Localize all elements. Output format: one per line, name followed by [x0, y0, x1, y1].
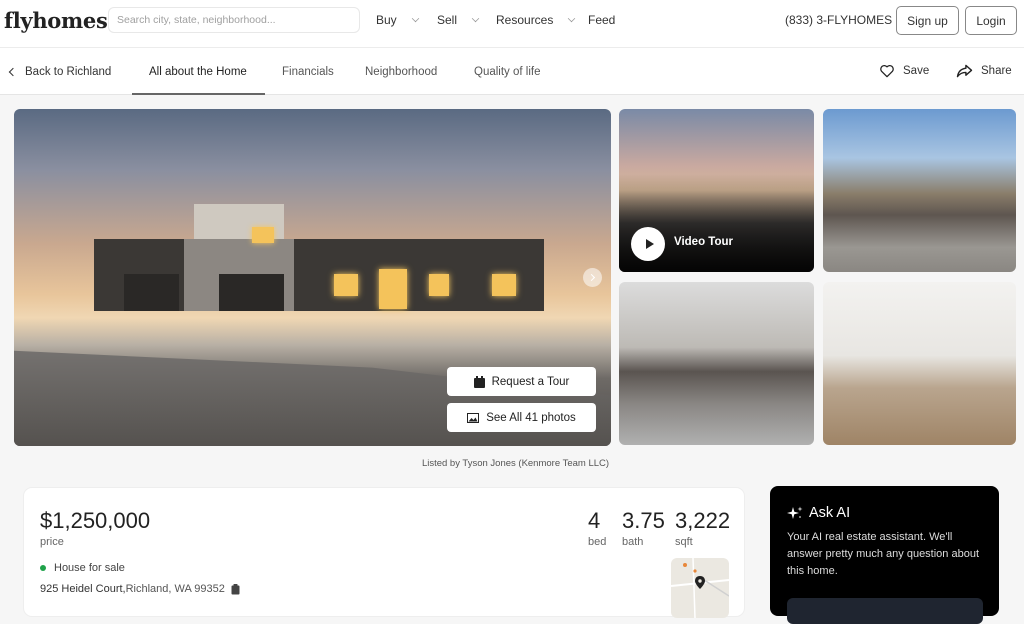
request-tour-label: Request a Tour	[491, 375, 570, 388]
sqft-label: sqft	[675, 536, 693, 548]
share-label: Share	[981, 65, 1012, 77]
top-navigation-bar: flyhomes● Buy Sell Resources Feed (833) …	[0, 0, 1024, 48]
map-thumbnail[interactable]	[671, 558, 729, 618]
chevron-left-icon	[8, 67, 18, 77]
search-input[interactable]	[108, 7, 360, 33]
bed-label: bed	[588, 536, 607, 548]
chevron-down-icon	[471, 14, 480, 22]
save-button[interactable]: Save	[879, 64, 929, 78]
share-button[interactable]: Share	[956, 64, 1012, 78]
photo-window	[334, 274, 358, 296]
play-icon	[645, 239, 654, 249]
chevron-down-icon	[411, 14, 419, 22]
nav-buy[interactable]: Buy	[376, 13, 419, 27]
listing-subnav: Back to Richland All about the Home Fina…	[0, 48, 1024, 95]
photo-thumbnail[interactable]	[823, 282, 1016, 445]
stat-bath: 3.75 bath	[622, 508, 665, 548]
ask-ai-input[interactable]	[787, 598, 983, 624]
sign-up-button[interactable]: Sign up	[896, 6, 959, 35]
flyhomes-logo[interactable]: flyhomes●	[4, 8, 115, 33]
nav-sell-label: Sell	[437, 13, 458, 27]
tab-quality-of-life[interactable]: Quality of life	[474, 66, 540, 78]
chevron-right-icon	[587, 273, 596, 282]
photo-window	[492, 274, 516, 296]
listing-address: 925 Heidel Court, Richland, WA 99352	[40, 583, 240, 595]
save-label: Save	[903, 65, 930, 77]
photo-thumbnail[interactable]	[619, 282, 814, 445]
back-link[interactable]: Back to Richland	[8, 66, 112, 78]
tab-neighborhood[interactable]: Neighborhood	[365, 66, 437, 78]
tab-all-about-home[interactable]: All about the Home	[149, 66, 247, 78]
ask-ai-title-text: Ask AI	[809, 505, 851, 521]
nav-feed-label: Feed	[588, 13, 616, 27]
ask-ai-panel: Ask AI Your AI real estate assistant. We…	[770, 486, 999, 624]
listing-price: $1,250,000	[40, 508, 151, 533]
listing-status: House for sale	[40, 562, 125, 574]
nav-feed[interactable]: Feed	[588, 13, 615, 27]
map-pin-icon	[671, 558, 729, 618]
logo-text: flyhomes	[4, 8, 108, 33]
nav-buy-label: Buy	[376, 13, 397, 27]
play-button[interactable]	[631, 227, 665, 261]
video-tour-thumbnail[interactable]: Video Tour	[619, 109, 814, 272]
image-icon	[467, 412, 480, 423]
photo-thumbnail[interactable]	[823, 109, 1016, 272]
ask-ai-description: Your AI real estate assistant. We'll ans…	[787, 531, 980, 577]
clipboard-copy-icon[interactable]	[231, 583, 240, 595]
request-tour-button[interactable]: Request a Tour	[447, 367, 596, 396]
bed-value: 4	[588, 508, 601, 533]
heart-icon	[880, 64, 894, 78]
photo-garage	[124, 274, 179, 311]
next-photo-arrow[interactable]	[583, 268, 602, 287]
photo-window	[252, 227, 274, 243]
tab-financials[interactable]: Financials	[282, 66, 334, 78]
photo-garage	[219, 274, 284, 311]
photo-window	[379, 269, 407, 309]
ask-ai-title: Ask AI	[787, 505, 850, 521]
active-tab-indicator	[132, 93, 265, 95]
listed-by-text: Listed by Tyson Jones (Kenmore Team LLC)	[421, 458, 610, 469]
back-label: Back to Richland	[25, 66, 112, 78]
bath-label: bath	[622, 536, 644, 548]
photo-window	[429, 274, 449, 296]
see-all-photos-button[interactable]: See All 41 photos	[447, 403, 596, 432]
address-city: Richland, WA 99352	[125, 583, 225, 595]
nav-resources-label: Resources	[496, 13, 554, 27]
nav-resources[interactable]: Resources	[496, 13, 576, 27]
login-button[interactable]: Login	[965, 6, 1017, 35]
nav-sell[interactable]: Sell	[437, 13, 480, 27]
sparkle-icon	[787, 506, 803, 519]
chevron-down-icon	[568, 14, 576, 22]
status-label: House for sale	[54, 562, 125, 574]
sqft-value: 3,222	[675, 508, 731, 533]
address-street: 925 Heidel Court,	[40, 583, 126, 595]
stat-bed: 4 bed	[588, 508, 606, 548]
video-tour-label: Video Tour	[674, 236, 733, 248]
status-dot-icon	[40, 565, 46, 571]
phone-number-link[interactable]: (833) 3-FLYHOMES	[785, 13, 892, 27]
calendar-icon	[473, 375, 485, 388]
bath-value: 3.75	[622, 508, 665, 533]
price-label: price	[40, 536, 64, 548]
see-all-photos-label: See All 41 photos	[486, 411, 576, 424]
share-arrow-icon	[956, 64, 973, 78]
listing-summary-card: $1,250,000 price House for sale 925 Heid…	[23, 487, 745, 618]
stat-sqft: 3,222 sqft	[675, 508, 730, 548]
